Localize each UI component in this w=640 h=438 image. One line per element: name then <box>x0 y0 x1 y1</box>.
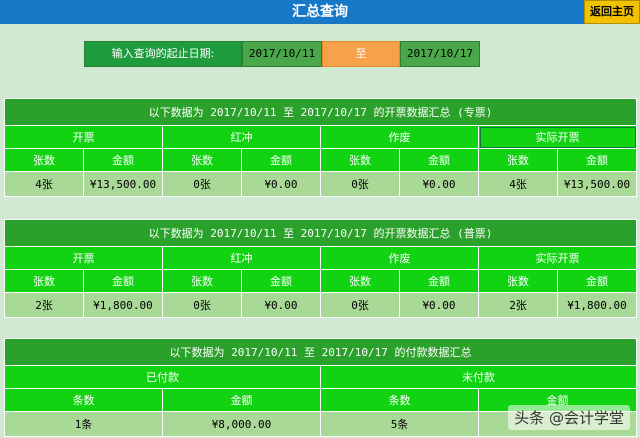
group-red-reversal: 红冲 <box>162 246 321 270</box>
watermark: 头条 @会计学堂 <box>508 405 630 430</box>
col-amount: 金额 <box>162 388 321 412</box>
date-range-label: 输入查询的起止日期: <box>84 41 242 67</box>
vat-general-summary-table: 以下数据为 2017/10/11 至 2017/10/17 的开票数据汇总 (普… <box>4 219 637 318</box>
col-count: 张数 <box>320 269 400 293</box>
col-amount: 金额 <box>557 148 637 172</box>
value-cell[interactable]: ¥8,000.00 <box>162 411 321 437</box>
col-amount: 金额 <box>241 269 321 293</box>
value-cell[interactable]: ¥0.00 <box>399 171 479 197</box>
value-cell[interactable]: 1条 <box>4 411 163 437</box>
value-cell[interactable]: 4张 <box>4 171 84 197</box>
value-cell[interactable]: ¥0.00 <box>241 292 321 318</box>
value-cell[interactable]: 5条 <box>320 411 479 437</box>
group-invoiced: 开票 <box>4 125 163 149</box>
value-cell[interactable]: 0张 <box>162 292 242 318</box>
value-cell[interactable]: ¥13,500.00 <box>557 171 637 197</box>
col-count: 张数 <box>162 148 242 172</box>
col-amount: 金额 <box>83 269 163 293</box>
start-date-field[interactable]: 2017/10/11 <box>242 41 322 67</box>
home-button[interactable]: 返回主页 <box>584 0 640 24</box>
group-red-reversal: 红冲 <box>162 125 321 149</box>
col-amount: 金额 <box>399 269 479 293</box>
value-cell[interactable]: 2张 <box>478 292 558 318</box>
value-cell[interactable]: ¥1,800.00 <box>83 292 163 318</box>
group-voided: 作废 <box>320 246 479 270</box>
end-date-field[interactable]: 2017/10/17 <box>400 41 480 67</box>
group-voided: 作废 <box>320 125 479 149</box>
col-count: 张数 <box>478 148 558 172</box>
section-heading: 以下数据为 2017/10/11 至 2017/10/17 的开票数据汇总 (普… <box>4 219 637 247</box>
value-cell[interactable]: 0张 <box>320 292 400 318</box>
group-paid: 已付款 <box>4 365 321 389</box>
section-heading: 以下数据为 2017/10/11 至 2017/10/17 的开票数据汇总 (专… <box>4 98 637 126</box>
col-count: 条数 <box>4 388 163 412</box>
value-cell[interactable]: ¥0.00 <box>399 292 479 318</box>
col-amount: 金额 <box>399 148 479 172</box>
group-invoiced: 开票 <box>4 246 163 270</box>
value-cell[interactable]: 0张 <box>320 171 400 197</box>
value-cell[interactable]: ¥0.00 <box>241 171 321 197</box>
col-count: 张数 <box>4 269 84 293</box>
section-heading: 以下数据为 2017/10/11 至 2017/10/17 的付款数据汇总 <box>4 338 637 366</box>
col-count: 张数 <box>320 148 400 172</box>
value-cell[interactable]: 0张 <box>162 171 242 197</box>
group-actual-invoiced: 实际开票 <box>478 246 637 270</box>
title-bar: 汇总查询 <box>0 0 640 24</box>
group-actual-invoiced[interactable]: 实际开票 <box>478 125 637 149</box>
col-count: 张数 <box>478 269 558 293</box>
date-range-separator: 至 <box>322 41 400 67</box>
col-amount: 金额 <box>241 148 321 172</box>
col-count: 条数 <box>320 388 479 412</box>
page-title: 汇总查询 <box>292 4 348 20</box>
vat-special-summary-table: 以下数据为 2017/10/11 至 2017/10/17 的开票数据汇总 (专… <box>4 98 637 197</box>
value-cell[interactable]: 4张 <box>478 171 558 197</box>
col-count: 张数 <box>4 148 84 172</box>
value-cell[interactable]: ¥1,800.00 <box>557 292 637 318</box>
col-amount: 金额 <box>83 148 163 172</box>
group-unpaid: 未付款 <box>320 365 637 389</box>
value-cell[interactable]: ¥13,500.00 <box>83 171 163 197</box>
col-amount: 金额 <box>557 269 637 293</box>
value-cell[interactable]: 2张 <box>4 292 84 318</box>
col-count: 张数 <box>162 269 242 293</box>
